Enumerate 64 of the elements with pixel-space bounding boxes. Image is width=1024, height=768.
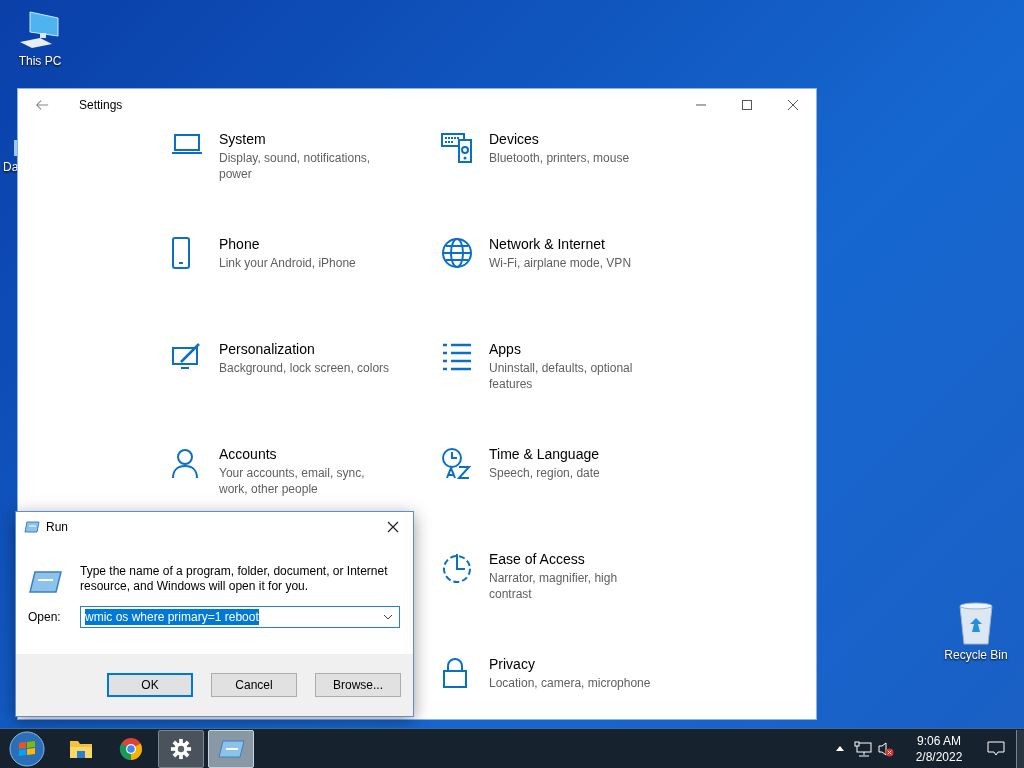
speech-bubble-icon (987, 740, 1005, 757)
command-value: wmic os where primary=1 reboot (85, 609, 259, 625)
category-title[interactable]: Devices (489, 130, 539, 148)
back-icon (35, 98, 49, 112)
window-title: Settings (79, 97, 123, 114)
category-title[interactable]: Apps (489, 340, 521, 358)
network-icon (854, 740, 872, 757)
desktop-icon-label[interactable]: This PC (18, 52, 62, 70)
close-icon (787, 99, 799, 111)
maximize-icon (741, 99, 753, 111)
recycle-bin-icon (956, 600, 996, 646)
clock-date[interactable]: 2/8/2022 (915, 748, 963, 765)
category-description: Display, sound, notifications, power (219, 150, 372, 182)
start-orb-icon (9, 730, 45, 767)
dialog-message: Type the name of a program, folder, document, or Internet resource, and Windows will open it for you. (80, 564, 389, 594)
category-description: Your accounts, email, sync, work, other people (219, 465, 366, 497)
folder-icon (69, 738, 93, 759)
gear-icon (170, 737, 192, 760)
taskbar-app-button[interactable] (158, 729, 204, 768)
run-icon (217, 739, 245, 758)
dialog-title: Run (46, 519, 68, 536)
clock-letters-icon (441, 447, 473, 479)
globe-icon (441, 237, 473, 269)
category-description: Background, lock screen, colors (219, 360, 391, 376)
dropdown-caret-icon (383, 614, 393, 620)
chrome-icon (119, 736, 143, 761)
command-combo-box[interactable]: wmic os where primary=1 reboot (80, 606, 400, 628)
person-icon (171, 447, 199, 479)
muted-speaker-icon (878, 740, 894, 757)
category-title[interactable]: Time & Language (489, 445, 599, 463)
desktop-icon-label[interactable]: Recycle Bin (944, 646, 1008, 664)
show-hidden-icons-icon (836, 746, 844, 751)
desktop-icon-label[interactable]: Da (3, 158, 19, 176)
category-description: Speech, region, date (489, 465, 601, 481)
category-title[interactable]: Privacy (489, 655, 535, 673)
field-label: Open: (28, 609, 62, 626)
keyboard-speaker-icon (441, 132, 473, 164)
category-description: Narrator, magnifier, high contrast (489, 570, 619, 602)
close-icon (387, 521, 399, 533)
category-description: Uninstall, defaults, optional features (489, 360, 634, 392)
list-icon (441, 342, 473, 372)
paint-brush-icon (171, 342, 203, 370)
category-description: Bluetooth, printers, mouse (489, 150, 631, 166)
category-description: Location, camera, microphone (489, 675, 652, 691)
category-title[interactable]: Ease of Access (489, 550, 585, 568)
run-icon (28, 570, 62, 594)
dashed-clock-icon (441, 552, 473, 584)
dialog-button[interactable]: Cancel (211, 673, 297, 697)
clock-time[interactable]: 9:06 AM (917, 732, 961, 749)
taskbar-app-button[interactable] (208, 729, 254, 768)
laptop-icon (171, 132, 203, 156)
padlock-icon (441, 657, 469, 689)
show-desktop-button[interactable] (1016, 729, 1024, 768)
category-title[interactable]: Phone (219, 235, 260, 253)
run-icon (24, 521, 40, 533)
category-title[interactable]: Accounts (219, 445, 277, 463)
category-description: Link your Android, iPhone (219, 255, 357, 271)
category-title[interactable]: Network & Internet (489, 235, 605, 253)
category-title[interactable]: Personalization (219, 340, 315, 358)
phone-icon (171, 237, 191, 269)
category-description: Wi-Fi, airplane mode, VPN (489, 255, 633, 271)
dialog-button[interactable]: OK (107, 673, 193, 697)
category-title[interactable]: System (219, 130, 266, 148)
dialog-button[interactable]: Browse... (315, 673, 401, 697)
